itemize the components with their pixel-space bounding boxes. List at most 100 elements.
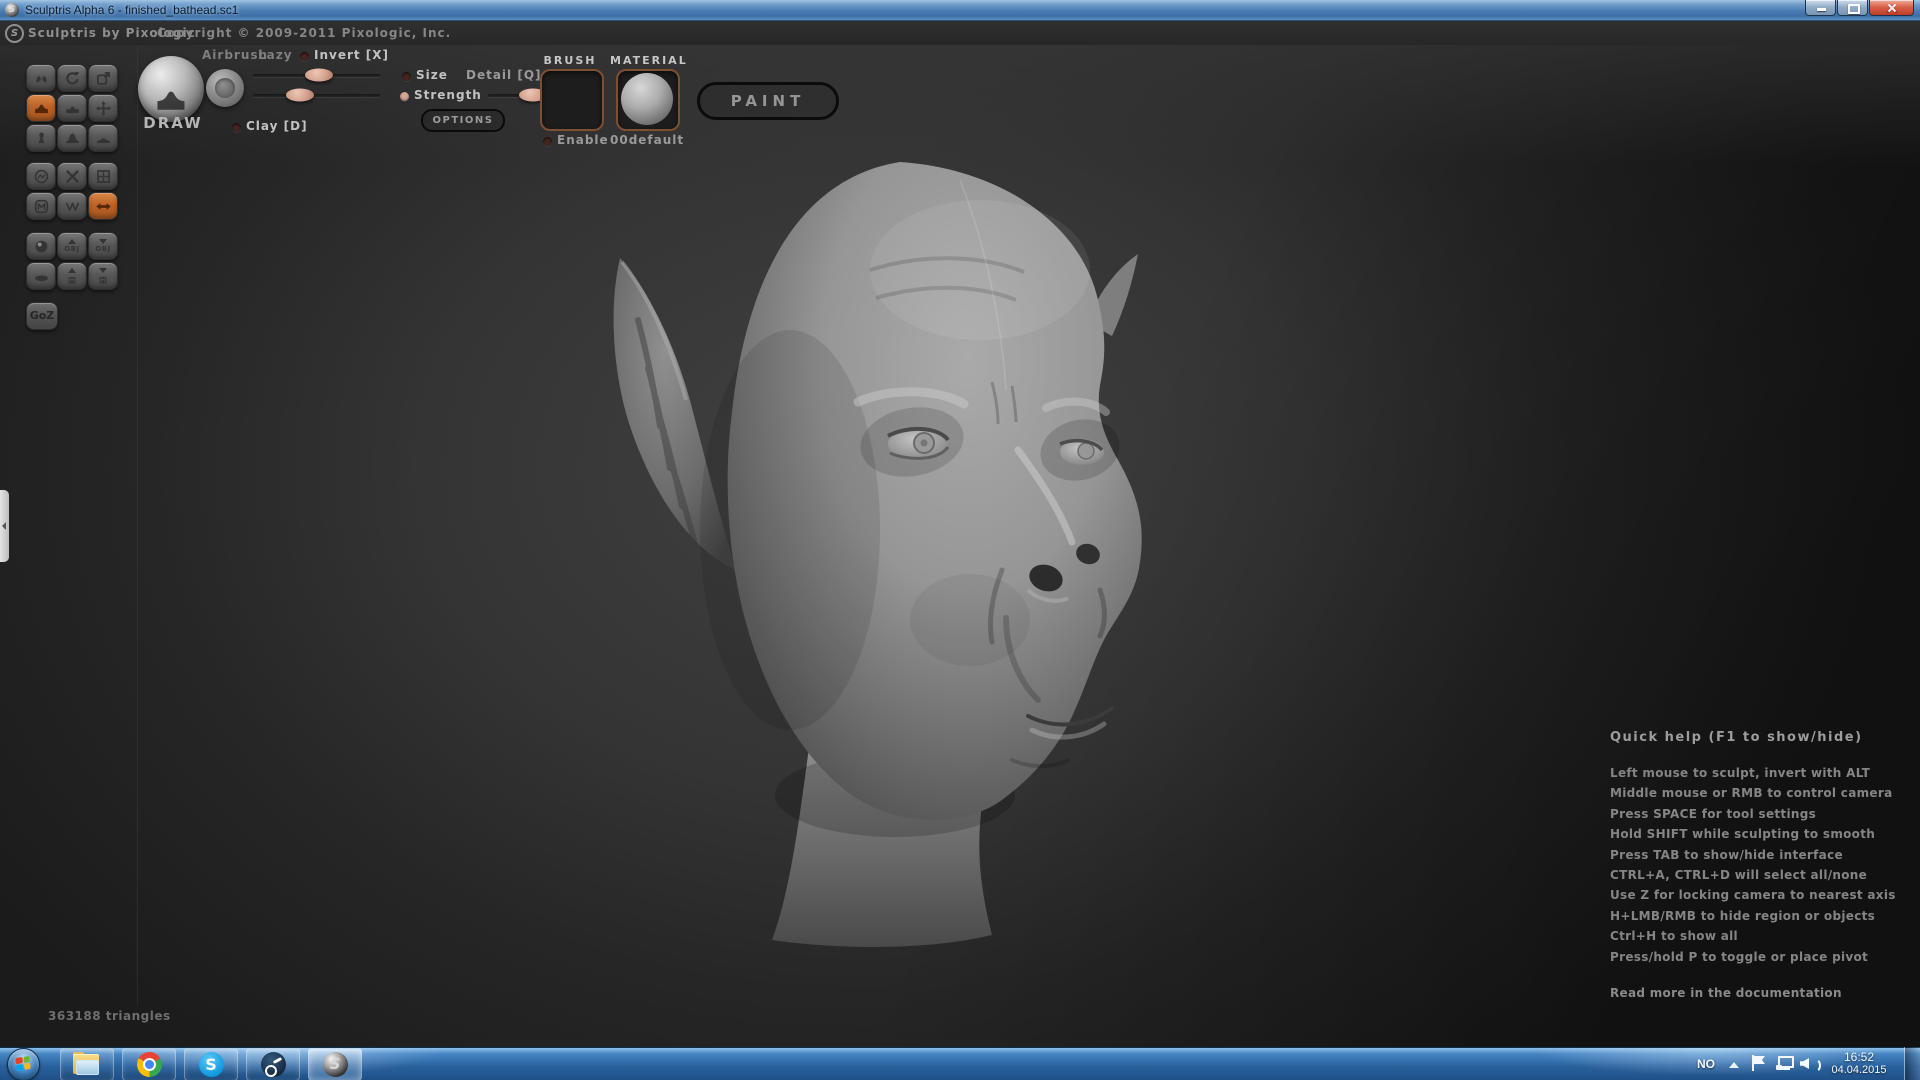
strength-radio[interactable] xyxy=(400,92,409,101)
strength-label[interactable]: Strength xyxy=(414,88,482,102)
sculptris-logo-icon: S xyxy=(5,24,24,43)
active-tool-name: DRAW xyxy=(138,114,208,132)
material-sphere-icon xyxy=(621,73,673,125)
sculptris-window-icon: S xyxy=(5,3,19,17)
active-tool-preview-button[interactable] xyxy=(138,56,204,122)
quick-help-line: Hold SHIFT while sculpting to smooth xyxy=(1610,827,1890,847)
tray-show-hidden-icons-arrow[interactable] xyxy=(1729,1062,1739,1068)
quick-help-list: Left mouse to sculpt, invert with ALT Mi… xyxy=(1610,766,1890,970)
import-obj-button[interactable]: OBJ xyxy=(57,232,87,260)
app-header: S Sculptris by Pixologic Copyright © 200… xyxy=(0,21,1920,46)
save-file-button[interactable] xyxy=(88,262,118,290)
tool-crease-button[interactable] xyxy=(26,64,56,92)
close-icon xyxy=(1887,3,1897,13)
start-button[interactable] xyxy=(7,1048,40,1080)
invert-radio[interactable] xyxy=(300,52,309,61)
paint-mode-button[interactable]: PAINT xyxy=(697,82,839,120)
tray-date: 04.04.2015 xyxy=(1828,1064,1890,1077)
size-slider-knob[interactable] xyxy=(305,69,333,82)
open-file-button[interactable] xyxy=(57,262,87,290)
window-titlebar[interactable]: S Sculptris Alpha 6 - finished_bathead.s… xyxy=(0,0,1920,21)
sculpture-bathead-model[interactable] xyxy=(540,150,1220,950)
airbrush-pressure-ball[interactable] xyxy=(206,69,244,107)
sculptris-icon: S xyxy=(323,1052,348,1077)
tool-scale-button[interactable] xyxy=(88,64,118,92)
chrome-icon xyxy=(137,1052,162,1077)
taskbar-skype-button[interactable]: S xyxy=(184,1048,238,1080)
tool-wireframe-button[interactable] xyxy=(57,192,87,220)
maximize-icon xyxy=(1848,4,1860,14)
tool-mask-button[interactable] xyxy=(26,192,56,220)
taskbar-steam-button[interactable] xyxy=(246,1048,300,1080)
sculptris-app-window: S Sculptris Alpha 6 - finished_bathead.s… xyxy=(0,0,1920,1080)
tool-grab-button[interactable] xyxy=(88,94,118,122)
tool-smooth-button[interactable] xyxy=(88,124,118,152)
quick-help-line: Press TAB to show/hide interface xyxy=(1610,848,1890,868)
tool-pinch-button[interactable] xyxy=(26,124,56,152)
network-icon[interactable] xyxy=(1776,1056,1792,1070)
lazy-toggle[interactable]: Lazy xyxy=(258,48,293,62)
maximize-button[interactable] xyxy=(1837,0,1868,16)
taskbar-sculptris-button[interactable]: S xyxy=(308,1048,362,1080)
tool-inflate-button[interactable] xyxy=(57,124,87,152)
obj-label: OBJ xyxy=(95,245,110,253)
brush-enable-label[interactable]: Enable xyxy=(557,133,609,147)
material-name[interactable]: 00default xyxy=(610,133,684,147)
close-button[interactable] xyxy=(1869,0,1914,16)
volume-icon[interactable] xyxy=(1800,1056,1817,1071)
minimize-button[interactable] xyxy=(1805,0,1836,16)
tool-rotate-button[interactable] xyxy=(57,64,87,92)
tray-language-indicator[interactable]: NO xyxy=(1697,1057,1715,1071)
explorer-folder-icon xyxy=(73,1054,101,1075)
triangle-count: 363188 triangles xyxy=(48,1009,171,1023)
arrow-down-icon xyxy=(99,268,107,273)
arrow-up-icon xyxy=(68,268,76,273)
size-radio[interactable] xyxy=(402,72,411,81)
brush-panel-title: BRUSH xyxy=(538,54,602,67)
options-button[interactable]: OPTIONS xyxy=(421,109,505,132)
tool-flatten-button[interactable] xyxy=(57,94,87,122)
steam-icon xyxy=(261,1052,286,1077)
strength-slider-knob[interactable] xyxy=(286,89,314,102)
tray-time: 16:52 xyxy=(1828,1050,1890,1064)
airbrush-inner-circle xyxy=(215,78,235,98)
quick-help-line: Left mouse to sculpt, invert with ALT xyxy=(1610,766,1890,786)
taskbar-windows-explorer-button[interactable] xyxy=(60,1048,114,1080)
quick-help-line: CTRL+A, CTRL+D will select all/none xyxy=(1610,868,1890,888)
panel-collapse-tab[interactable] xyxy=(0,490,9,562)
goz-button[interactable]: GoZ xyxy=(26,302,58,330)
export-obj-button[interactable]: OBJ xyxy=(88,232,118,260)
arrow-up-icon xyxy=(68,239,76,244)
tray-clock[interactable]: 16:52 04.04.2015 xyxy=(1828,1050,1890,1077)
quick-help-line: Middle mouse or RMB to control camera xyxy=(1610,786,1890,806)
tool-subdivide-all-button[interactable] xyxy=(88,162,118,190)
obj-label: OBJ xyxy=(64,245,79,253)
size-slider[interactable] xyxy=(253,74,380,77)
clay-toggle[interactable]: Clay [D] xyxy=(246,119,308,133)
show-desktop-button[interactable] xyxy=(1904,1047,1920,1080)
tool-draw-button[interactable] xyxy=(26,94,56,122)
tool-reduce-brush-button[interactable] xyxy=(26,162,56,190)
strength-slider[interactable] xyxy=(253,94,380,97)
tool-symmetry-button[interactable] xyxy=(88,192,118,220)
quick-help-line: Use Z for locking camera to nearest axis xyxy=(1610,888,1890,908)
new-sphere-button[interactable] xyxy=(26,232,56,260)
skype-icon: S xyxy=(199,1052,224,1077)
taskbar-chrome-button[interactable] xyxy=(122,1048,176,1080)
brush-preview-box[interactable] xyxy=(540,69,604,131)
brush-enable-radio[interactable] xyxy=(543,137,552,146)
toolbar-strip-shading xyxy=(0,45,1920,165)
quick-help-line: Press/hold P to toggle or place pivot xyxy=(1610,950,1890,970)
quick-help-line: Ctrl+H to show all xyxy=(1610,929,1890,949)
invert-toggle[interactable]: Invert [X] xyxy=(314,48,389,62)
tool-reduce-selected-button[interactable] xyxy=(57,162,87,190)
size-label[interactable]: Size xyxy=(416,68,448,82)
material-preview-box[interactable] xyxy=(616,69,680,131)
app-copyright: Copyright © 2009-2011 Pixologic, Inc. xyxy=(157,26,451,40)
clay-radio[interactable] xyxy=(232,123,241,132)
new-plane-button[interactable] xyxy=(26,262,56,290)
detail-label[interactable]: Detail [Q] xyxy=(466,68,542,82)
windows-flag-icon xyxy=(15,1056,30,1071)
action-center-flag-icon[interactable] xyxy=(1752,1055,1766,1071)
quick-help-line: H+LMB/RMB to hide region or objects xyxy=(1610,909,1890,929)
